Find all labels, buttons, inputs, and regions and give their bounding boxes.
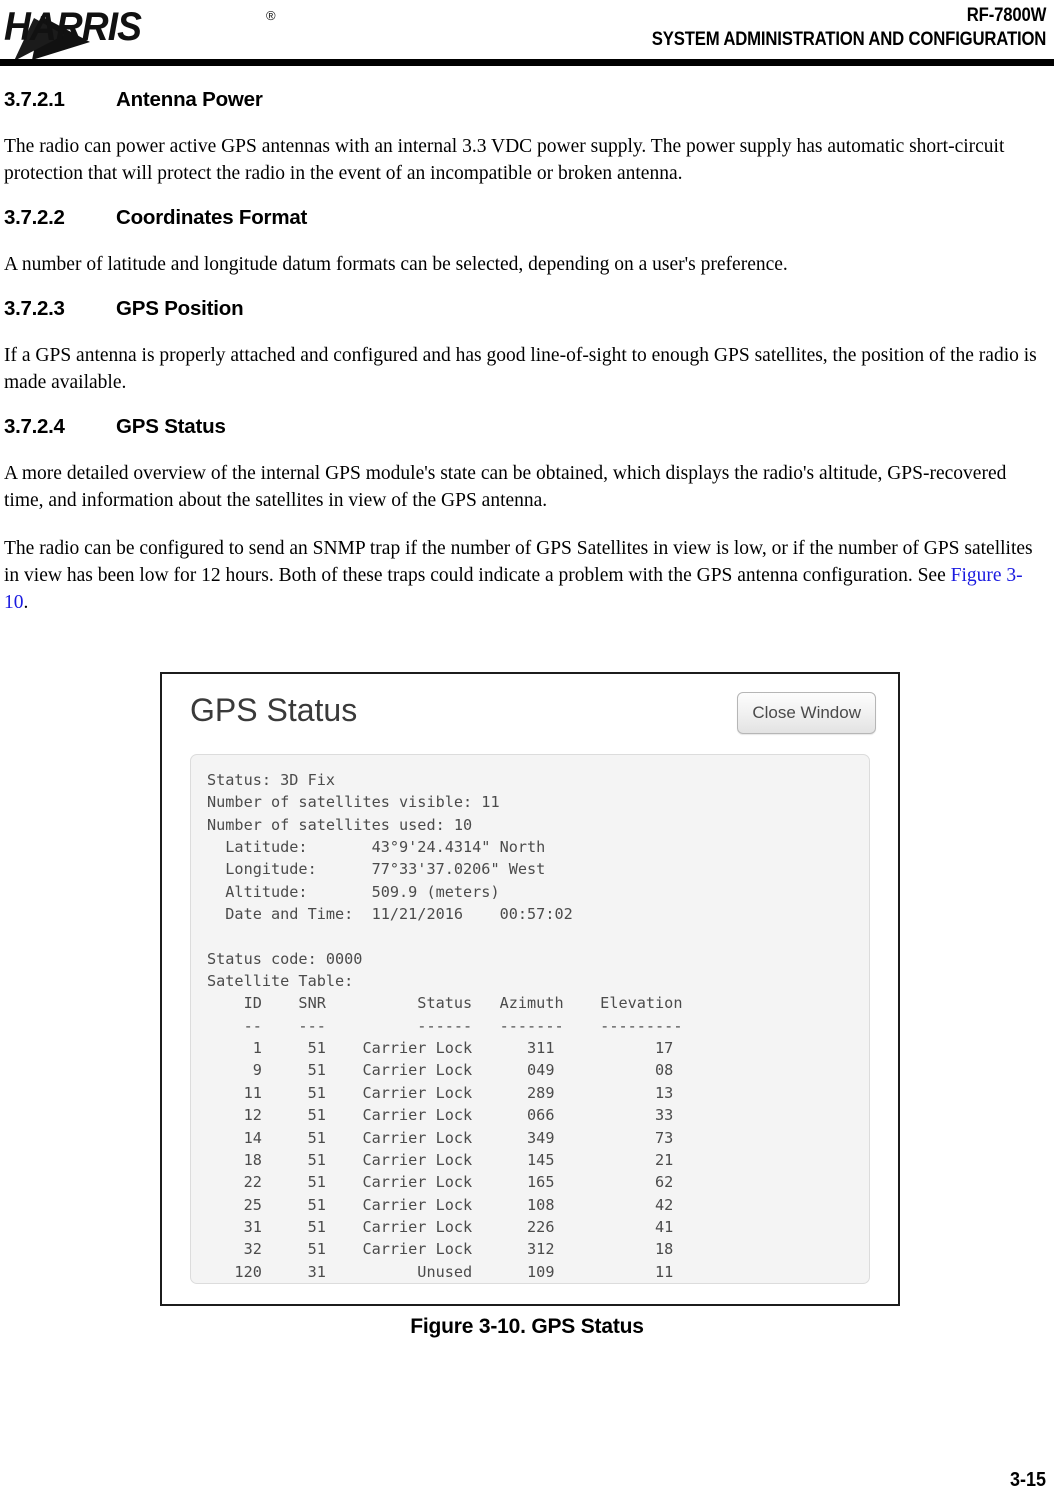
harris-logo: HARRIS ® xyxy=(4,2,304,62)
heading-title: Antenna Power xyxy=(116,88,263,111)
figure-border: GPS Status Close Window Status: 3D Fix N… xyxy=(160,672,900,1306)
heading-gps-position: 3.7.2.3 GPS Position xyxy=(0,297,1054,321)
svg-text:®: ® xyxy=(266,8,276,23)
paragraph-gps-position: If a GPS antenna is properly attached an… xyxy=(4,345,1037,393)
heading-number: 3.7.2.2 xyxy=(4,206,65,229)
paragraph-snmp-trap: The radio can be configured to send an S… xyxy=(0,535,1054,616)
gps-status-output-panel: Status: 3D Fix Number of satellites visi… xyxy=(190,754,870,1284)
heading-number: 3.7.2.4 xyxy=(4,415,65,438)
paragraph-antenna-power: The radio can power active GPS antennas … xyxy=(4,136,1005,184)
snmp-text-before: The radio can be configured to send an S… xyxy=(4,538,1033,586)
paragraph-coordinates-format: A number of latitude and longitude datum… xyxy=(4,254,788,275)
heading-number: 3.7.2.1 xyxy=(4,88,65,111)
heading-title: GPS Status xyxy=(116,415,226,438)
dialog-header: GPS Status Close Window xyxy=(178,686,882,744)
heading-coordinates-format: 3.7.2.2 Coordinates Format xyxy=(0,206,1054,230)
page-number: 3-15 xyxy=(1009,1469,1046,1491)
snmp-text-after: . xyxy=(23,592,29,613)
page-content: 3.7.2.1 Antenna Power The radio can power… xyxy=(0,66,1054,616)
figure-caption: Figure 3-10. GPS Status xyxy=(410,1315,644,1338)
harris-logo-icon: HARRIS ® xyxy=(4,5,276,61)
header-document-titles: RF-7800W SYSTEM ADMINISTRATION AND CONFI… xyxy=(598,4,1047,52)
header-rule xyxy=(0,59,1054,66)
gps-status-dialog: GPS Status Close Window Status: 3D Fix N… xyxy=(162,674,898,1304)
header-subtitle: SYSTEM ADMINISTRATION AND CONFIGURATION xyxy=(651,29,1047,50)
paragraph-gps-status: A more detailed overview of the internal… xyxy=(4,463,1007,511)
heading-title: Coordinates Format xyxy=(116,206,308,229)
close-window-button[interactable]: Close Window xyxy=(737,692,876,734)
svg-text:HARRIS: HARRIS xyxy=(4,5,142,50)
heading-antenna-power: 3.7.2.1 Antenna Power xyxy=(0,88,1054,112)
page-header: HARRIS ® RF-7800W SYSTEM ADMINISTRATION … xyxy=(0,0,1054,66)
header-model-title: RF-7800W xyxy=(966,5,1047,26)
heading-number: 3.7.2.3 xyxy=(4,297,65,320)
gps-status-text: Status: 3D Fix Number of satellites visi… xyxy=(207,771,683,1281)
heading-gps-status: 3.7.2.4 GPS Status xyxy=(0,415,1054,439)
heading-title: GPS Position xyxy=(116,297,244,320)
dialog-title: GPS Status xyxy=(190,692,358,728)
